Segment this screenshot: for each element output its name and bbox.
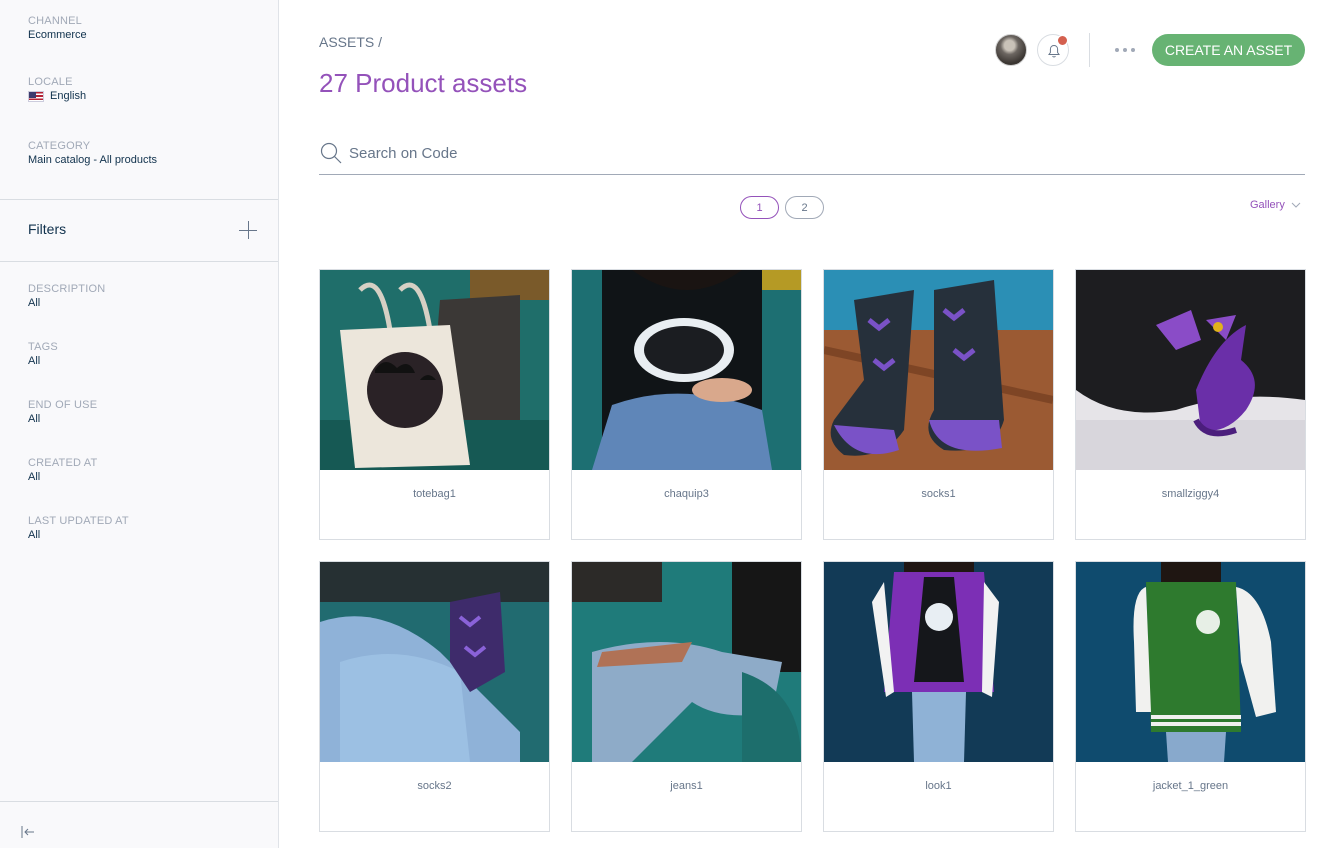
filter-end-of-use[interactable]: END OF USE All	[28, 398, 97, 426]
asset-thumbnail	[824, 562, 1053, 762]
filter-value: All	[28, 297, 41, 309]
filter-value: All	[28, 355, 41, 367]
asset-thumbnail	[572, 562, 801, 762]
breadcrumb[interactable]: ASSETS /	[319, 34, 382, 50]
asset-thumbnail	[320, 270, 549, 470]
asset-label: chaquip3	[664, 488, 709, 500]
asset-label: totebag1	[413, 488, 456, 500]
page-button-2[interactable]: 2	[785, 196, 824, 219]
asset-thumbnail	[824, 270, 1053, 470]
asset-thumbnail	[1076, 562, 1305, 762]
category-label: CATEGORY	[28, 140, 91, 152]
more-actions-icon[interactable]	[1115, 44, 1139, 56]
filter-description[interactable]: DESCRIPTION All	[28, 282, 105, 310]
filter-value: All	[28, 529, 41, 541]
asset-label: jacket_1_green	[1152, 780, 1229, 792]
notification-badge	[1057, 35, 1068, 46]
category-switcher[interactable]: CATEGORY Main catalog - All products	[28, 139, 157, 167]
asset-card-jeans1[interactable]: jeans1	[571, 561, 802, 832]
asset-thumbnail	[1076, 270, 1305, 470]
asset-gallery: totebag1 chaquip3 socks1 smallziggy4 soc…	[319, 269, 1306, 832]
add-filter-plus-icon[interactable]	[239, 221, 257, 239]
divider	[0, 801, 278, 802]
chevron-down-icon	[1291, 202, 1301, 208]
channel-label: CHANNEL	[28, 15, 82, 27]
channel-switcher[interactable]: CHANNEL Ecommerce	[28, 14, 87, 42]
asset-card-chaquip3[interactable]: chaquip3	[571, 269, 802, 540]
filters-title: Filters	[28, 221, 67, 237]
asset-label: jeans1	[670, 780, 703, 792]
view-switcher[interactable]: Gallery	[1250, 199, 1301, 211]
search-input[interactable]	[349, 140, 1289, 166]
asset-card-look1[interactable]: look1	[823, 561, 1054, 832]
filter-label: END OF USE	[28, 399, 98, 411]
asset-card-jacket-1-green[interactable]: jacket_1_green	[1075, 561, 1306, 832]
locale-value: English	[50, 90, 87, 102]
divider	[0, 261, 278, 262]
asset-thumbnail	[320, 562, 549, 762]
page-title: 27 Product assets	[319, 68, 528, 98]
pagination: 1 2	[740, 196, 824, 219]
us-flag-icon	[28, 90, 44, 102]
asset-card-socks1[interactable]: socks1	[823, 269, 1054, 540]
category-value: Main catalog - All products	[28, 154, 158, 166]
asset-card-socks2[interactable]: socks2	[319, 561, 550, 832]
locale-label: LOCALE	[28, 76, 73, 88]
view-label: Gallery	[1250, 199, 1285, 211]
filter-label: TAGS	[28, 341, 58, 353]
filter-label: LAST UPDATED AT	[28, 515, 129, 527]
asset-label: look1	[925, 780, 952, 792]
asset-card-totebag1[interactable]: totebag1	[319, 269, 550, 540]
asset-label: smallziggy4	[1161, 488, 1220, 500]
filter-value: All	[28, 413, 41, 425]
asset-label: socks2	[417, 780, 452, 792]
channel-value: Ecommerce	[28, 29, 87, 41]
asset-thumbnail	[572, 270, 801, 470]
asset-label: socks1	[921, 488, 956, 500]
sidebar: CHANNEL Ecommerce LOCALE English CATEGOR…	[0, 0, 279, 848]
filter-label: CREATED AT	[28, 457, 98, 469]
filter-value: All	[28, 471, 41, 483]
filter-created-at[interactable]: CREATED AT All	[28, 456, 97, 484]
collapse-sidebar-icon[interactable]	[20, 824, 36, 840]
page-button-1[interactable]: 1	[740, 196, 779, 219]
filter-label: DESCRIPTION	[28, 283, 106, 295]
divider	[0, 199, 278, 200]
divider	[1089, 33, 1090, 67]
user-avatar[interactable]	[995, 34, 1027, 66]
locale-value-row: English	[28, 89, 86, 103]
create-asset-button[interactable]: CREATE AN ASSET	[1152, 34, 1305, 66]
search-icon	[320, 142, 342, 164]
locale-switcher[interactable]: LOCALE English	[28, 75, 86, 103]
asset-card-smallziggy4[interactable]: smallziggy4	[1075, 269, 1306, 540]
filter-last-updated-at[interactable]: LAST UPDATED AT All	[28, 514, 129, 542]
search-bar	[319, 140, 1305, 175]
main-content: ASSETS / 27 Product assets CREATE AN ASS…	[279, 0, 1322, 848]
filter-tags[interactable]: TAGS All	[28, 340, 58, 368]
